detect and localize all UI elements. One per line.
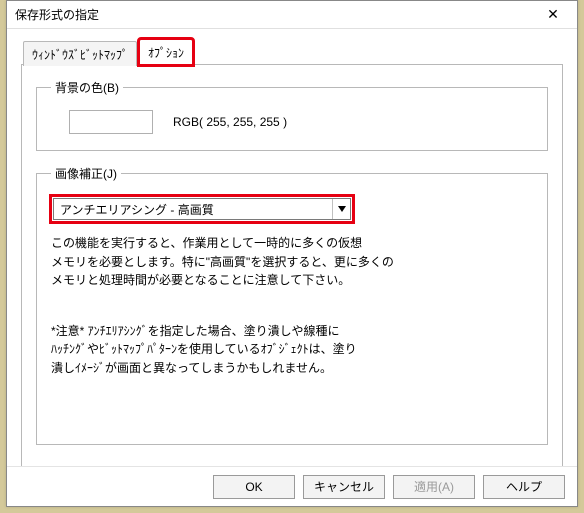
image-correction-legend: 画像補正(J) (51, 165, 121, 182)
close-button[interactable]: ✕ (533, 3, 573, 27)
antialias-combo-highlight: アンチエリアシング - 高画質 (51, 196, 353, 222)
antialias-combo-value: アンチエリアシング - 高画質 (54, 201, 332, 218)
background-color-legend: 背景の色(B) (51, 79, 123, 96)
button-label: 適用(A) (414, 478, 454, 495)
cancel-button[interactable]: キャンセル (303, 475, 385, 499)
note-line: *注意* ｱﾝﾁｴﾘｱｼﾝｸﾞを指定した場合、塗り潰しや線種に (51, 322, 533, 341)
tab-strip: ｳｨﾝﾄﾞｳｽﾞﾋﾞｯﾄﾏｯﾌﾟ ｵﾌﾟｼｮﾝ (21, 39, 563, 65)
button-label: OK (245, 480, 262, 494)
background-color-row: RGB( 255, 255, 255 ) (51, 110, 533, 134)
antialias-description: この機能を実行すると、作業用として一時的に多くの仮想 メモリを必要とします。特に… (51, 234, 533, 290)
background-color-group: 背景の色(B) RGB( 255, 255, 255 ) (36, 79, 548, 151)
dialog-button-row: OK キャンセル 適用(A) ヘルプ (7, 466, 577, 506)
window-title: 保存形式の指定 (15, 6, 533, 23)
tab-label: ｵﾌﾟｼｮﾝ (148, 46, 184, 60)
button-label: キャンセル (314, 478, 374, 495)
dialog-window: 保存形式の指定 ✕ ｳｨﾝﾄﾞｳｽﾞﾋﾞｯﾄﾏｯﾌﾟ ｵﾌﾟｼｮﾝ 背景の色(B… (6, 0, 578, 507)
client-area: ｳｨﾝﾄﾞｳｽﾞﾋﾞｯﾄﾏｯﾌﾟ ｵﾌﾟｼｮﾝ 背景の色(B) RGB( 255… (7, 29, 577, 466)
ok-button[interactable]: OK (213, 475, 295, 499)
tab-windows-bitmap[interactable]: ｳｨﾝﾄﾞｳｽﾞﾋﾞｯﾄﾏｯﾌﾟ (23, 41, 137, 66)
close-icon: ✕ (547, 6, 559, 23)
desc-line: この機能を実行すると、作業用として一時的に多くの仮想 (51, 234, 533, 253)
background-color-swatch[interactable] (69, 110, 153, 134)
note-line: 潰しｲﾒｰｼﾞが画面と異なってしまうかもしれません。 (51, 359, 533, 378)
antialias-combo[interactable]: アンチエリアシング - 高画質 (53, 198, 351, 220)
tab-options[interactable]: ｵﾌﾟｼｮﾝ (139, 39, 193, 65)
note-line: ﾊｯﾁﾝｸﾞやﾋﾞｯﾄﾏｯﾌﾟﾊﾟﾀｰﾝを使用しているｵﾌﾞｼﾞｪｸﾄは、塗り (51, 340, 533, 359)
titlebar: 保存形式の指定 ✕ (7, 1, 577, 29)
help-button[interactable]: ヘルプ (483, 475, 565, 499)
button-label: ヘルプ (506, 478, 542, 495)
background-color-value: RGB( 255, 255, 255 ) (173, 115, 287, 129)
tab-pane-options: 背景の色(B) RGB( 255, 255, 255 ) 画像補正(J) アンチ… (21, 64, 563, 466)
apply-button[interactable]: 適用(A) (393, 475, 475, 499)
chevron-down-icon (332, 199, 350, 219)
tab-label: ｳｨﾝﾄﾞｳｽﾞﾋﾞｯﾄﾏｯﾌﾟ (32, 48, 128, 62)
desc-line: メモリと処理時間が必要となることに注意して下さい。 (51, 271, 533, 290)
desc-line: メモリを必要とします。特に"高画質"を選択すると、更に多くの (51, 253, 533, 272)
antialias-note: *注意* ｱﾝﾁｴﾘｱｼﾝｸﾞを指定した場合、塗り潰しや線種に ﾊｯﾁﾝｸﾞやﾋ… (51, 322, 533, 378)
image-correction-group: 画像補正(J) アンチエリアシング - 高画質 この機能を実行すると、作業用とし… (36, 165, 548, 445)
